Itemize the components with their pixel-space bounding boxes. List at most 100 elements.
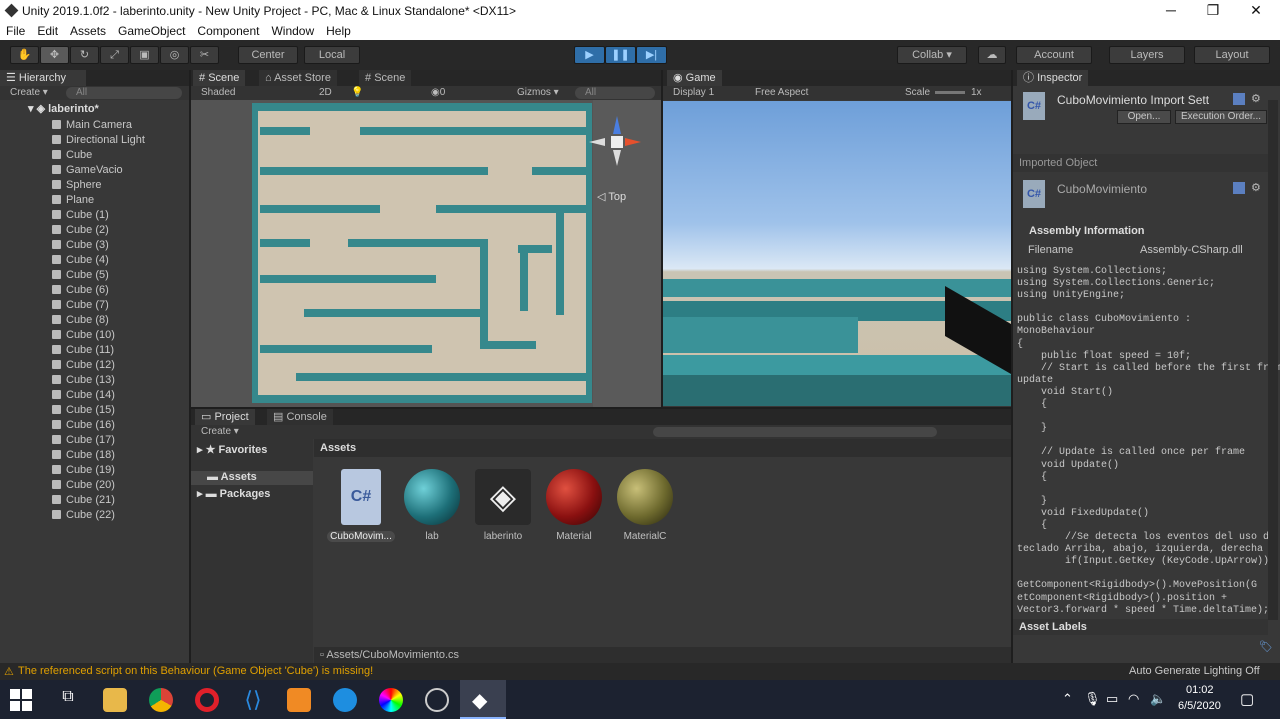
taskbar-unity-active[interactable]: ◆ (460, 680, 506, 719)
menu-window[interactable]: Window (271, 22, 314, 40)
transform-tool-button[interactable]: ◎ (160, 46, 189, 64)
hierarchy-item[interactable]: Cube (5) (52, 268, 109, 283)
menu-file[interactable]: File (6, 22, 25, 40)
asset-item[interactable]: lab (397, 469, 467, 542)
hierarchy-item[interactable]: Cube (21) (52, 493, 115, 508)
tag-icon[interactable]: 🏷 (1259, 640, 1273, 653)
paint-icon[interactable] (379, 688, 403, 712)
hierarchy-create-button[interactable]: Create ▾ (10, 87, 48, 98)
settings-gear-icon[interactable]: ⚙ (1251, 181, 1261, 194)
aspect-dropdown[interactable]: Free Aspect (755, 87, 808, 98)
scene-search-input[interactable]: All (575, 87, 655, 99)
assets-node[interactable]: ▬ Assets (207, 471, 257, 483)
hierarchy-item[interactable]: Cube (20) (52, 478, 115, 493)
asset-item[interactable]: MaterialC (610, 469, 680, 542)
menu-component[interactable]: Component (197, 22, 259, 40)
opera-icon[interactable] (195, 688, 219, 712)
cloud-button[interactable]: ☁ (978, 46, 1006, 64)
vscode-icon[interactable]: ⟨⟩ (241, 688, 265, 712)
custom-tool-button[interactable]: ✂ (190, 46, 219, 64)
hierarchy-item[interactable]: Cube (6) (52, 283, 109, 298)
clock-date[interactable]: 6/5/2020 (1178, 700, 1221, 712)
hierarchy-item[interactable]: Plane (52, 193, 94, 208)
hierarchy-item[interactable]: Cube (7) (52, 298, 109, 313)
hierarchy-item[interactable]: Cube (52, 148, 92, 163)
tab-scene[interactable]: # Scene (193, 70, 246, 86)
sublime-text-icon[interactable] (287, 688, 311, 712)
hierarchy-item[interactable]: Cube (1) (52, 208, 109, 223)
close-button[interactable]: ✕ (1242, 2, 1270, 20)
asset-item[interactable]: Material (539, 469, 609, 542)
step-button[interactable]: ▶| (636, 46, 667, 64)
microphone-icon[interactable]: 🎙 (1084, 691, 1101, 707)
hierarchy-item[interactable]: Cube (18) (52, 448, 115, 463)
space-toggle[interactable]: Local (304, 46, 360, 64)
volume-icon[interactable]: 🔈 (1150, 691, 1166, 707)
collab-button[interactable]: Collab ▾ (897, 46, 967, 64)
windows-start-icon[interactable] (10, 689, 32, 711)
display-dropdown[interactable]: Display 1 (673, 87, 714, 98)
status-warning-message[interactable]: The referenced script on this Behaviour … (18, 665, 373, 677)
game-viewport[interactable] (663, 101, 1011, 406)
task-view-icon[interactable]: ⧉ (56, 688, 80, 712)
open-button[interactable]: Open... (1117, 110, 1171, 124)
hierarchy-item[interactable]: Cube (17) (52, 433, 115, 448)
favorites-node[interactable]: ▸ ★ Favorites (197, 443, 267, 456)
play-button[interactable]: ▶ (574, 46, 605, 64)
layout-dropdown[interactable]: Layout (1194, 46, 1270, 64)
hierarchy-item[interactable]: Main Camera (52, 118, 132, 133)
asset-item[interactable]: C# CuboMovim... (326, 469, 396, 542)
layers-dropdown[interactable]: Layers (1109, 46, 1185, 64)
hierarchy-item[interactable]: Directional Light (52, 133, 145, 148)
hierarchy-item[interactable]: Cube (12) (52, 358, 115, 373)
rotate-tool-button[interactable]: ↻ (70, 46, 99, 64)
project-create-button[interactable]: Create ▾ (201, 426, 239, 437)
gizmos-dropdown[interactable]: Gizmos ▾ (517, 87, 559, 98)
minimize-button[interactable]: ─ (1157, 2, 1185, 20)
pause-button[interactable]: ❚❚ (605, 46, 636, 64)
orientation-gizmo[interactable] (589, 112, 645, 176)
move-tool-button[interactable]: ✥ (40, 46, 69, 64)
scene-viewport[interactable]: ◁ Top (191, 100, 661, 407)
packages-node[interactable]: ▸ ▬ Packages (197, 487, 270, 500)
hierarchy-item[interactable]: Cube (15) (52, 403, 115, 418)
hierarchy-item[interactable]: Cube (8) (52, 313, 109, 328)
asset-item[interactable]: ◈ laberinto (468, 469, 538, 542)
hierarchy-item[interactable]: Sphere (52, 178, 101, 193)
tab-scene-2[interactable]: # Scene (359, 70, 412, 86)
hierarchy-search-input[interactable]: All (66, 87, 182, 99)
settings-gear-icon[interactable]: ⚙ (1251, 92, 1261, 105)
hierarchy-item[interactable]: Cube (22) (52, 508, 115, 523)
2d-toggle[interactable]: 2D (319, 87, 332, 98)
account-dropdown[interactable]: Account (1016, 46, 1092, 64)
execution-order-button[interactable]: Execution Order... (1175, 110, 1267, 124)
menu-assets[interactable]: Assets (70, 22, 106, 40)
rect-tool-button[interactable]: ▣ (130, 46, 159, 64)
scale-slider[interactable] (935, 91, 965, 94)
shading-dropdown[interactable]: Shaded (201, 87, 235, 98)
tab-project[interactable]: ▭ Project (195, 409, 255, 425)
tab-inspector[interactable]: ⓘ Inspector (1017, 70, 1089, 86)
help-icon[interactable] (1233, 182, 1245, 194)
hierarchy-item[interactable]: Cube (11) (52, 343, 114, 358)
menu-edit[interactable]: Edit (37, 22, 58, 40)
fx-toggle[interactable]: ◉0 (431, 87, 445, 98)
menu-gameobject[interactable]: GameObject (118, 22, 185, 40)
clock-time[interactable]: 01:02 (1186, 684, 1214, 696)
lighting-icon[interactable]: 💡 (351, 87, 363, 98)
chevron-up-icon[interactable]: ⌃ (1062, 691, 1073, 707)
battery-icon[interactable]: ▭ (1106, 691, 1118, 707)
edge-icon[interactable] (333, 688, 357, 712)
hierarchy-item[interactable]: Cube (3) (52, 238, 109, 253)
inspector-scrollbar[interactable] (1268, 100, 1278, 620)
scene-root[interactable]: ▾ ◈ laberinto* (28, 102, 99, 115)
scale-tool-button[interactable]: ⤢ (100, 46, 129, 64)
tab-game[interactable]: ◉ Game (667, 70, 722, 86)
hierarchy-item[interactable]: Cube (14) (52, 388, 115, 403)
pivot-toggle[interactable]: Center (238, 46, 298, 64)
hierarchy-item[interactable]: Cube (2) (52, 223, 109, 238)
notifications-icon[interactable]: ▢ (1240, 690, 1254, 708)
hierarchy-item[interactable]: Cube (4) (52, 253, 109, 268)
hand-tool-button[interactable]: ✋ (10, 46, 39, 64)
hierarchy-item[interactable]: GameVacio (52, 163, 123, 178)
